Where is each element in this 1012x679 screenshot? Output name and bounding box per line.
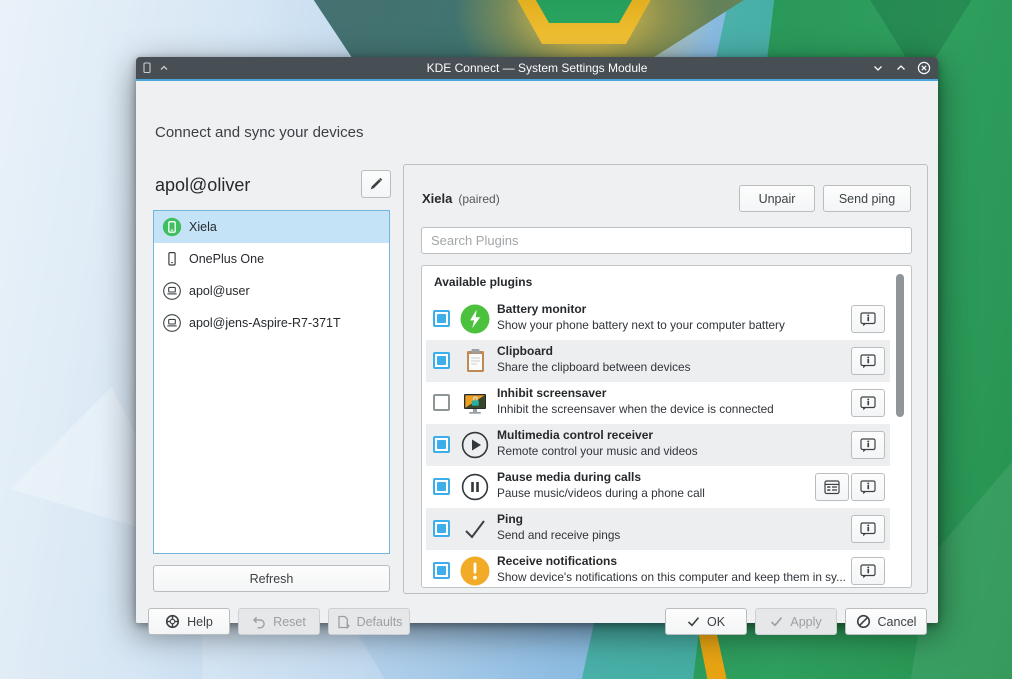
plugin-row: Pause media during calls Pause music/vid…: [426, 466, 890, 508]
plugin-configure-button[interactable]: [815, 473, 849, 501]
minimize-icon[interactable]: [871, 61, 885, 75]
plugin-row: Ping Send and receive pings: [426, 508, 890, 550]
plugin-checkbox[interactable]: [433, 520, 450, 537]
plugin-description: Remote control your music and videos: [497, 444, 698, 458]
pencil-icon: [368, 176, 384, 192]
device-list-item-apol-user[interactable]: apol@user: [154, 275, 389, 307]
plugin-about-button[interactable]: [851, 431, 885, 459]
cancel-icon: [856, 614, 871, 629]
plugin-row: Multimedia control receiver Remote contr…: [426, 424, 890, 466]
plugin-title: Clipboard: [497, 344, 553, 358]
plugin-about-button[interactable]: [851, 557, 885, 585]
device-list-item-apol-jens-aspire-r7-371t[interactable]: apol@jens-Aspire-R7-371T: [154, 307, 389, 339]
keep-above-icon[interactable]: [159, 63, 169, 73]
device-label: Xiela: [189, 220, 217, 234]
plugins-header-label: Available plugins: [434, 275, 532, 289]
close-icon[interactable]: [917, 61, 931, 75]
unpair-button[interactable]: Unpair: [739, 185, 815, 212]
ok-button[interactable]: OK: [665, 608, 747, 635]
plugin-description: Pause music/videos during a phone call: [497, 486, 705, 500]
footer-right-buttons: OK Apply Cancel: [665, 608, 927, 635]
screensaver-icon: [459, 387, 491, 419]
notification-icon: [459, 555, 491, 587]
plugin-checkbox[interactable]: [433, 478, 450, 495]
plugin-description: Inhibit the screensaver when the device …: [497, 402, 774, 416]
device-detail-panel: Xiela (paired) Unpair Send ping Available…: [403, 164, 928, 594]
device-list-item-xiela[interactable]: Xiela: [154, 211, 389, 243]
plugin-about-button[interactable]: [851, 347, 885, 375]
device-name: Xiela: [422, 191, 452, 206]
kde-connect-settings-window: KDE Connect — System Settings Module Con…: [136, 57, 938, 623]
plugin-about-button[interactable]: [851, 515, 885, 543]
help-button[interactable]: Help: [148, 608, 230, 635]
plugin-about-button[interactable]: [851, 305, 885, 333]
cancel-button[interactable]: Cancel: [845, 608, 927, 635]
plugin-row: Clipboard Share the clipboard between de…: [426, 340, 890, 382]
laptop-icon: [161, 281, 183, 301]
plugin-checkbox[interactable]: [433, 394, 450, 411]
refresh-button[interactable]: Refresh: [153, 565, 390, 592]
plugin-description: Share the clipboard between devices: [497, 360, 690, 374]
maximize-icon[interactable]: [894, 61, 908, 75]
plugin-checkbox[interactable]: [433, 436, 450, 453]
battery-icon: [459, 303, 491, 335]
plugin-title: Multimedia control receiver: [497, 428, 653, 442]
help-lifering-icon: [165, 614, 180, 629]
undo-icon: [252, 615, 266, 629]
laptop-icon: [161, 313, 183, 333]
footer-left-buttons: Help Reset Defaults: [148, 608, 410, 635]
paired-status-badge: (paired): [458, 192, 499, 206]
plugin-checkbox[interactable]: [433, 352, 450, 369]
smartphone-icon: [161, 249, 183, 269]
plugin-row: Receive notifications Show device's noti…: [426, 550, 890, 588]
plugin-title: Pause media during calls: [497, 470, 641, 484]
plugin-checkbox[interactable]: [433, 310, 450, 327]
plugin-title: Inhibit screensaver: [497, 386, 606, 400]
device-label: OnePlus One: [189, 252, 264, 266]
plugin-row: Battery monitor Show your phone battery …: [426, 298, 890, 340]
plugins-groupbox: Available plugins Battery monitor Show y…: [421, 265, 912, 588]
reset-button: Reset: [238, 608, 320, 635]
plugin-title: Battery monitor: [497, 302, 586, 316]
plugin-checkbox[interactable]: [433, 562, 450, 579]
check-icon: [687, 616, 700, 627]
defaults-document-icon: [336, 615, 350, 629]
page-title: Connect and sync your devices: [155, 124, 363, 141]
plugin-title: Receive notifications: [497, 554, 617, 568]
plugin-description: Show device's notifications on this comp…: [497, 570, 846, 584]
kdeconnect-app-icon: [142, 62, 152, 74]
send-ping-button[interactable]: Send ping: [823, 185, 911, 212]
defaults-button: Defaults: [328, 608, 410, 635]
plugin-description: Show your phone battery next to your com…: [497, 318, 785, 332]
pause-icon: [459, 471, 491, 503]
device-label: apol@user: [189, 284, 250, 298]
device-title: Xiela (paired): [422, 191, 500, 206]
window-titlebar[interactable]: KDE Connect — System Settings Module: [136, 57, 938, 79]
plugin-about-button[interactable]: [851, 389, 885, 417]
plugin-row: Inhibit screensaver Inhibit the screensa…: [426, 382, 890, 424]
play-icon: [459, 429, 491, 461]
apply-button: Apply: [755, 608, 837, 635]
device-label: apol@jens-Aspire-R7-371T: [189, 316, 341, 330]
device-list: Xiela OnePlus One apol@user apol@jens-As…: [153, 210, 390, 554]
rename-host-button[interactable]: [361, 170, 391, 198]
window-title: KDE Connect — System Settings Module: [136, 61, 938, 75]
check-icon: [770, 616, 783, 627]
search-plugins-input[interactable]: [421, 227, 912, 254]
window-content: Connect and sync your devices apol@olive…: [136, 81, 938, 623]
plugin-title: Ping: [497, 512, 523, 526]
device-list-item-oneplus-one[interactable]: OnePlus One: [154, 243, 389, 275]
smartphone-connected-icon: [161, 217, 183, 237]
plugin-list: Battery monitor Show your phone battery …: [426, 298, 890, 588]
plugin-description: Send and receive pings: [497, 528, 620, 542]
checkmark-icon: [459, 513, 491, 545]
plugins-scrollbar-thumb[interactable]: [896, 274, 904, 417]
host-name-label: apol@oliver: [155, 171, 355, 199]
plugin-about-button[interactable]: [851, 473, 885, 501]
clipboard-icon: [459, 345, 491, 377]
